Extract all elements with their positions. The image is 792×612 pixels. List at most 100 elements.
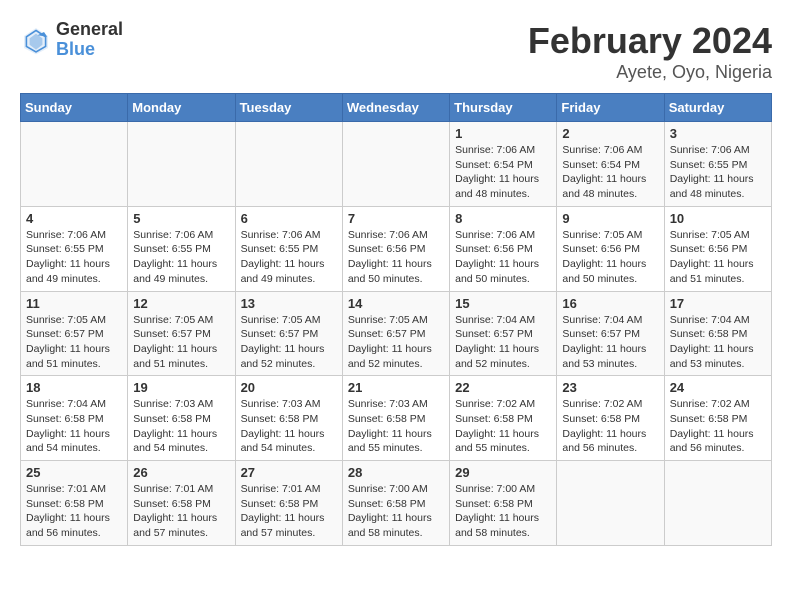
day-info: Sunrise: 7:06 AMSunset: 6:55 PMDaylight:… — [670, 143, 766, 202]
day-info: Sunrise: 7:06 AMSunset: 6:56 PMDaylight:… — [348, 228, 444, 287]
day-number: 26 — [133, 465, 229, 480]
day-number: 15 — [455, 296, 551, 311]
calendar-cell: 9 Sunrise: 7:05 AMSunset: 6:56 PMDaylight… — [557, 206, 664, 291]
calendar-cell — [664, 461, 771, 546]
page-header: General Blue February 2024 Ayete, Oyo, N… — [20, 20, 772, 83]
day-number: 11 — [26, 296, 122, 311]
calendar-cell — [128, 122, 235, 207]
calendar-cell: 26 Sunrise: 7:01 AMSunset: 6:58 PMDayligh… — [128, 461, 235, 546]
day-info: Sunrise: 7:05 AMSunset: 6:57 PMDaylight:… — [348, 313, 444, 372]
day-info: Sunrise: 7:04 AMSunset: 6:57 PMDaylight:… — [455, 313, 551, 372]
day-info: Sunrise: 7:05 AMSunset: 6:56 PMDaylight:… — [562, 228, 658, 287]
day-info: Sunrise: 7:03 AMSunset: 6:58 PMDaylight:… — [133, 397, 229, 456]
day-number: 14 — [348, 296, 444, 311]
calendar-header-row: SundayMondayTuesdayWednesdayThursdayFrid… — [21, 94, 772, 122]
day-info: Sunrise: 7:04 AMSunset: 6:58 PMDaylight:… — [670, 313, 766, 372]
day-number: 18 — [26, 380, 122, 395]
calendar-cell: 29 Sunrise: 7:00 AMSunset: 6:58 PMDayligh… — [450, 461, 557, 546]
calendar-cell: 15 Sunrise: 7:04 AMSunset: 6:57 PMDayligh… — [450, 291, 557, 376]
header-day-friday: Friday — [557, 94, 664, 122]
day-info: Sunrise: 7:04 AMSunset: 6:57 PMDaylight:… — [562, 313, 658, 372]
day-number: 23 — [562, 380, 658, 395]
day-info: Sunrise: 7:01 AMSunset: 6:58 PMDaylight:… — [133, 482, 229, 541]
day-number: 16 — [562, 296, 658, 311]
day-number: 28 — [348, 465, 444, 480]
day-number: 2 — [562, 126, 658, 141]
calendar-cell: 5Sunrise: 7:06 AMSunset: 6:55 PMDaylight… — [128, 206, 235, 291]
day-number: 19 — [133, 380, 229, 395]
day-info: Sunrise: 7:02 AMSunset: 6:58 PMDaylight:… — [562, 397, 658, 456]
calendar-cell: 1 Sunrise: 7:06 AMSunset: 6:54 PMDaylight… — [450, 122, 557, 207]
day-info: Sunrise: 7:02 AMSunset: 6:58 PMDaylight:… — [670, 397, 766, 456]
day-number: 24 — [670, 380, 766, 395]
day-info: Sunrise: 7:06 AMSunset: 6:55 PMDaylight:… — [133, 228, 229, 287]
day-number: 6 — [241, 211, 337, 226]
day-info: Sunrise: 7:05 AMSunset: 6:56 PMDaylight:… — [670, 228, 766, 287]
calendar-cell — [235, 122, 342, 207]
day-info: Sunrise: 7:03 AMSunset: 6:58 PMDaylight:… — [348, 397, 444, 456]
day-info: Sunrise: 7:03 AMSunset: 6:58 PMDaylight:… — [241, 397, 337, 456]
day-number: 1 — [455, 126, 551, 141]
logo: General Blue — [20, 20, 123, 60]
day-number: 4 — [26, 211, 122, 226]
calendar-cell: 23 Sunrise: 7:02 AMSunset: 6:58 PMDayligh… — [557, 376, 664, 461]
day-number: 22 — [455, 380, 551, 395]
calendar-cell: 13 Sunrise: 7:05 AMSunset: 6:57 PMDayligh… — [235, 291, 342, 376]
calendar-cell — [557, 461, 664, 546]
day-number: 25 — [26, 465, 122, 480]
calendar-cell: 24 Sunrise: 7:02 AMSunset: 6:58 PMDayligh… — [664, 376, 771, 461]
calendar-cell: 14 Sunrise: 7:05 AMSunset: 6:57 PMDayligh… — [342, 291, 449, 376]
day-info: Sunrise: 7:06 AMSunset: 6:56 PMDaylight:… — [455, 228, 551, 287]
calendar-cell — [342, 122, 449, 207]
calendar-cell: 17 Sunrise: 7:04 AMSunset: 6:58 PMDayligh… — [664, 291, 771, 376]
header-day-tuesday: Tuesday — [235, 94, 342, 122]
day-number: 17 — [670, 296, 766, 311]
day-info: Sunrise: 7:00 AMSunset: 6:58 PMDaylight:… — [348, 482, 444, 541]
header-day-monday: Monday — [128, 94, 235, 122]
day-info: Sunrise: 7:01 AMSunset: 6:58 PMDaylight:… — [26, 482, 122, 541]
calendar-cell: 19 Sunrise: 7:03 AMSunset: 6:58 PMDayligh… — [128, 376, 235, 461]
calendar-table: SundayMondayTuesdayWednesdayThursdayFrid… — [20, 93, 772, 546]
calendar-cell: 6 Sunrise: 7:06 AMSunset: 6:55 PMDaylight… — [235, 206, 342, 291]
calendar-cell: 28 Sunrise: 7:00 AMSunset: 6:58 PMDayligh… — [342, 461, 449, 546]
day-number: 13 — [241, 296, 337, 311]
day-number: 29 — [455, 465, 551, 480]
calendar-cell: 11 Sunrise: 7:05 AMSunset: 6:57 PMDayligh… — [21, 291, 128, 376]
calendar-week-row: 25 Sunrise: 7:01 AMSunset: 6:58 PMDayligh… — [21, 461, 772, 546]
day-info: Sunrise: 7:06 AMSunset: 6:54 PMDaylight:… — [455, 143, 551, 202]
calendar-cell: 2 Sunrise: 7:06 AMSunset: 6:54 PMDaylight… — [557, 122, 664, 207]
header-day-saturday: Saturday — [664, 94, 771, 122]
day-info: Sunrise: 7:06 AMSunset: 6:55 PMDaylight:… — [26, 228, 122, 287]
calendar-cell: 12Sunrise: 7:05 AMSunset: 6:57 PMDayligh… — [128, 291, 235, 376]
day-info: Sunrise: 7:02 AMSunset: 6:58 PMDaylight:… — [455, 397, 551, 456]
day-info: Sunrise: 7:05 AMSunset: 6:57 PMDaylight:… — [26, 313, 122, 372]
calendar-week-row: 1 Sunrise: 7:06 AMSunset: 6:54 PMDaylight… — [21, 122, 772, 207]
calendar-cell: 27Sunrise: 7:01 AMSunset: 6:58 PMDayligh… — [235, 461, 342, 546]
day-info: Sunrise: 7:05 AMSunset: 6:57 PMDaylight:… — [241, 313, 337, 372]
calendar-cell: 22 Sunrise: 7:02 AMSunset: 6:58 PMDayligh… — [450, 376, 557, 461]
calendar-week-row: 18Sunrise: 7:04 AMSunset: 6:58 PMDayligh… — [21, 376, 772, 461]
day-number: 20 — [241, 380, 337, 395]
day-info: Sunrise: 7:00 AMSunset: 6:58 PMDaylight:… — [455, 482, 551, 541]
day-number: 8 — [455, 211, 551, 226]
day-number: 7 — [348, 211, 444, 226]
calendar-week-row: 11 Sunrise: 7:05 AMSunset: 6:57 PMDayligh… — [21, 291, 772, 376]
calendar-cell: 18Sunrise: 7:04 AMSunset: 6:58 PMDayligh… — [21, 376, 128, 461]
calendar-cell: 25 Sunrise: 7:01 AMSunset: 6:58 PMDayligh… — [21, 461, 128, 546]
calendar-week-row: 4 Sunrise: 7:06 AMSunset: 6:55 PMDaylight… — [21, 206, 772, 291]
day-number: 9 — [562, 211, 658, 226]
logo-line1: General — [56, 20, 123, 40]
day-info: Sunrise: 7:05 AMSunset: 6:57 PMDaylight:… — [133, 313, 229, 372]
header-day-thursday: Thursday — [450, 94, 557, 122]
calendar-cell: 4 Sunrise: 7:06 AMSunset: 6:55 PMDaylight… — [21, 206, 128, 291]
day-info: Sunrise: 7:06 AMSunset: 6:55 PMDaylight:… — [241, 228, 337, 287]
title-block: February 2024 Ayete, Oyo, Nigeria — [528, 20, 772, 83]
day-info: Sunrise: 7:06 AMSunset: 6:54 PMDaylight:… — [562, 143, 658, 202]
header-day-wednesday: Wednesday — [342, 94, 449, 122]
calendar-cell: 21Sunrise: 7:03 AMSunset: 6:58 PMDayligh… — [342, 376, 449, 461]
calendar-cell: 7 Sunrise: 7:06 AMSunset: 6:56 PMDaylight… — [342, 206, 449, 291]
calendar-cell — [21, 122, 128, 207]
day-number: 3 — [670, 126, 766, 141]
day-number: 10 — [670, 211, 766, 226]
calendar-cell: 16 Sunrise: 7:04 AMSunset: 6:57 PMDayligh… — [557, 291, 664, 376]
